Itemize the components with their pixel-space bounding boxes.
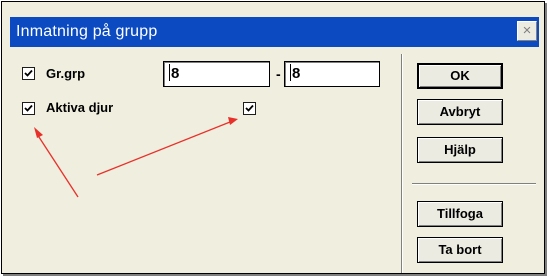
help-button[interactable]: Hjälp bbox=[417, 137, 503, 163]
close-icon: × bbox=[522, 22, 532, 39]
grgrp-to-value: 8 bbox=[292, 65, 301, 82]
arrow-to-aktiva-djur-checkbox bbox=[34, 127, 79, 198]
vertical-divider bbox=[401, 54, 402, 273]
append-button[interactable]: Tillfoga bbox=[417, 201, 503, 227]
title-bar[interactable]: Inmatning på grupp × bbox=[10, 17, 539, 47]
aktiva-djur-checkbox[interactable] bbox=[22, 102, 35, 115]
aktiva-djur-second-checkbox[interactable] bbox=[243, 102, 256, 115]
aktiva-djur-label: Aktiva djur bbox=[46, 100, 114, 115]
checkmark-icon bbox=[24, 69, 33, 77]
checkmark-icon bbox=[24, 104, 33, 112]
close-button[interactable]: × bbox=[517, 21, 537, 41]
dialog-window: Inmatning på grupp × Gr.grp 8 - 8 Aktiva… bbox=[1, 1, 545, 274]
grgrp-checkbox[interactable] bbox=[22, 67, 35, 80]
cancel-button[interactable]: Avbryt bbox=[417, 99, 503, 125]
checkmark-icon bbox=[245, 104, 254, 112]
range-separator: - bbox=[276, 66, 281, 82]
ok-button[interactable]: OK bbox=[417, 63, 503, 89]
window-title: Inmatning på grupp bbox=[16, 23, 158, 40]
horizontal-divider bbox=[412, 183, 536, 184]
grgrp-from-value: 8 bbox=[171, 65, 180, 82]
grgrp-label: Gr.grp bbox=[46, 66, 86, 81]
arrow-to-second-checkbox bbox=[96, 117, 238, 176]
remove-button[interactable]: Ta bort bbox=[417, 237, 503, 263]
grgrp-to-input[interactable]: 8 bbox=[284, 61, 380, 87]
grgrp-from-input[interactable]: 8 bbox=[163, 61, 270, 87]
